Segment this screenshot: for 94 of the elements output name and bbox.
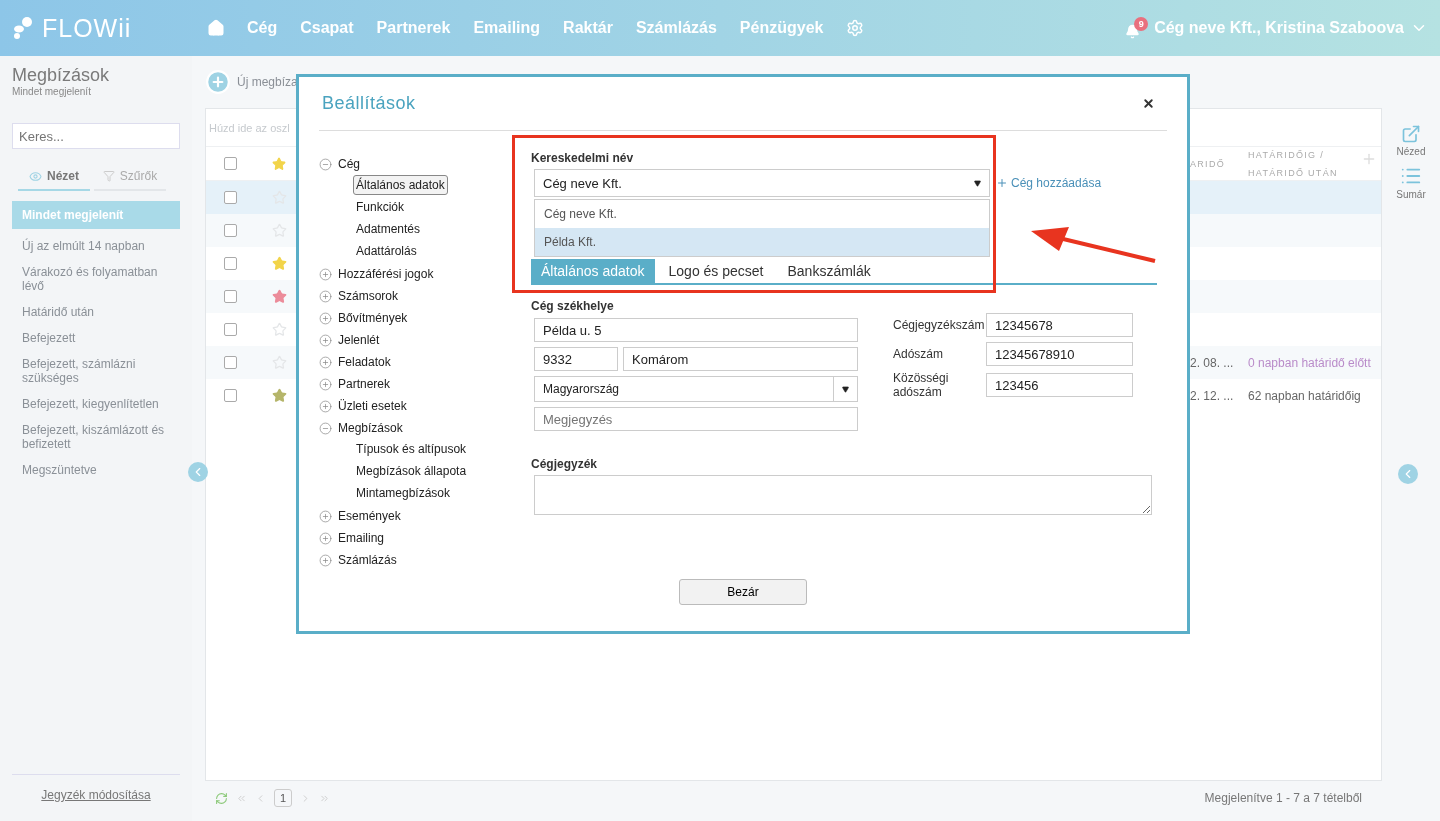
tree-node[interactable]: Partnerek	[319, 373, 527, 395]
add-column-icon[interactable]	[1361, 151, 1377, 167]
zip-field[interactable]: 9332	[534, 347, 618, 371]
dropdown-option[interactable]: Példa Kft.	[535, 228, 989, 256]
table-cell-text: 2. 12. ...	[1189, 388, 1235, 403]
expand-icon[interactable]	[319, 509, 332, 523]
close-button[interactable]: Bezár	[679, 579, 807, 605]
tree-item[interactable]: Általános adatok	[353, 175, 448, 195]
tree-node[interactable]: Számsorok	[319, 285, 527, 307]
column-header: ARIDŐ	[1189, 157, 1226, 171]
tree-item[interactable]: Funkciók	[353, 197, 408, 217]
filter-icon	[102, 170, 115, 182]
tree-node[interactable]: Cég	[319, 153, 527, 175]
expand-icon[interactable]	[319, 399, 332, 413]
expand-icon[interactable]	[319, 553, 332, 567]
star-icon[interactable]	[271, 388, 287, 403]
expand-icon[interactable]	[319, 531, 332, 545]
edit-list-link[interactable]: Jegyzék módosítása	[41, 788, 151, 802]
expand-icon[interactable]	[319, 377, 332, 391]
plus-icon	[996, 177, 1008, 189]
expand-icon[interactable]	[319, 311, 332, 325]
add-company-link[interactable]: Cég hozzáadása	[996, 176, 1102, 190]
rail-button[interactable]: Sumár	[1396, 165, 1426, 200]
section-label: Cég székhelye	[531, 299, 615, 313]
collapse-icon[interactable]	[319, 157, 332, 171]
expand-icon[interactable]	[319, 333, 332, 347]
tree-node[interactable]: Bővítmények	[319, 307, 527, 329]
caret-icon	[974, 179, 981, 187]
tab[interactable]: Logo és pecset	[658, 259, 774, 283]
tree-node[interactable]: Emailing	[319, 527, 527, 549]
checkbox[interactable]	[223, 257, 237, 270]
checkbox[interactable]	[223, 323, 237, 336]
star-icon[interactable]	[271, 256, 287, 271]
star-icon[interactable]	[272, 156, 286, 171]
table-cell-text: 2. 08. ...	[1189, 355, 1235, 370]
city-field[interactable]: Komárom	[623, 347, 858, 371]
tab[interactable]: Bankszámlák	[777, 259, 881, 283]
add-icon[interactable]	[205, 69, 231, 95]
close-icon[interactable]	[1142, 97, 1155, 110]
tree-node[interactable]: Megbízások	[319, 417, 527, 439]
tree-item[interactable]: Mintamegbízások	[353, 483, 454, 503]
collapse-icon[interactable]	[319, 421, 332, 435]
text-field[interactable]: 123456	[986, 373, 1133, 397]
expand-icon[interactable]	[319, 355, 332, 369]
street-field[interactable]: Példa u. 5	[534, 318, 858, 342]
page-number[interactable]: 1	[274, 789, 293, 807]
country-select[interactable]: Magyarország	[534, 376, 858, 402]
tree-node[interactable]: Hozzáférési jogok	[319, 263, 527, 285]
home-icon[interactable]	[207, 19, 225, 37]
text-field[interactable]: 12345678910	[986, 342, 1133, 366]
logo-text: FLOWii	[42, 13, 132, 43]
field-label: Cégjegyzékszám	[893, 318, 986, 332]
caret-icon	[842, 385, 849, 393]
text-field[interactable]: 12345678	[986, 313, 1133, 337]
checkbox[interactable]	[223, 157, 237, 170]
trade-name-select[interactable]: Cég neve Kft.	[534, 169, 990, 197]
checkbox[interactable]	[223, 191, 237, 204]
table-cell-text: 0 napban határidő előtt	[1248, 355, 1372, 370]
tree-node[interactable]: Események	[319, 505, 527, 527]
expand-icon[interactable]	[319, 289, 332, 303]
registry-textarea[interactable]	[534, 475, 1152, 515]
expand-icon[interactable]	[319, 267, 332, 281]
tree-item[interactable]: Megbízások állapota	[353, 461, 470, 481]
pager-summary: Megjelenítve 1 - 7 a 7 tételből	[1204, 791, 1363, 805]
section-label: Cégjegyzék	[531, 457, 599, 471]
notification-badge: 9	[1134, 17, 1149, 31]
checkbox[interactable]	[223, 224, 237, 237]
tree-node[interactable]: Jelenlét	[319, 329, 527, 351]
star-icon[interactable]	[271, 289, 287, 304]
page-title: Megbízások	[12, 65, 111, 86]
tree-node[interactable]: Számlázás	[319, 549, 527, 571]
tree-node[interactable]: Üzleti esetek	[319, 395, 527, 417]
sidebar-tab[interactable]: Nézet	[18, 163, 90, 191]
table-cell-text: 62 napban határidőig	[1248, 388, 1362, 403]
page-subtitle: Mindet megjelenít	[12, 86, 92, 97]
eye-icon	[29, 169, 42, 183]
column-header: HATÁRIDŐIG / HATÁRIDŐ UTÁN	[1248, 148, 1339, 180]
rail-button[interactable]: Nézed	[1396, 124, 1426, 157]
field-label: Kereskedelmi név	[531, 151, 635, 165]
checkbox[interactable]	[223, 290, 237, 303]
checkbox[interactable]	[223, 356, 237, 369]
checkbox[interactable]	[223, 389, 237, 402]
search-field[interactable]: Keres...	[12, 123, 180, 149]
tree-item[interactable]: Adattárolás	[353, 241, 420, 261]
note-field[interactable]: Megjegyzés	[534, 407, 858, 431]
field-label: Adószám	[893, 347, 945, 361]
tree-item[interactable]: Adatmentés	[353, 219, 424, 239]
settings-icon[interactable]	[846, 19, 865, 37]
field-label: Közösségi adószám	[893, 371, 950, 399]
tree-item[interactable]: Típusok és altípusok	[353, 439, 470, 459]
expand-button[interactable]	[1398, 464, 1418, 484]
external-link-icon	[1401, 124, 1421, 144]
tree-node[interactable]: Feladatok	[319, 351, 527, 373]
refresh-icon[interactable]	[215, 791, 228, 805]
